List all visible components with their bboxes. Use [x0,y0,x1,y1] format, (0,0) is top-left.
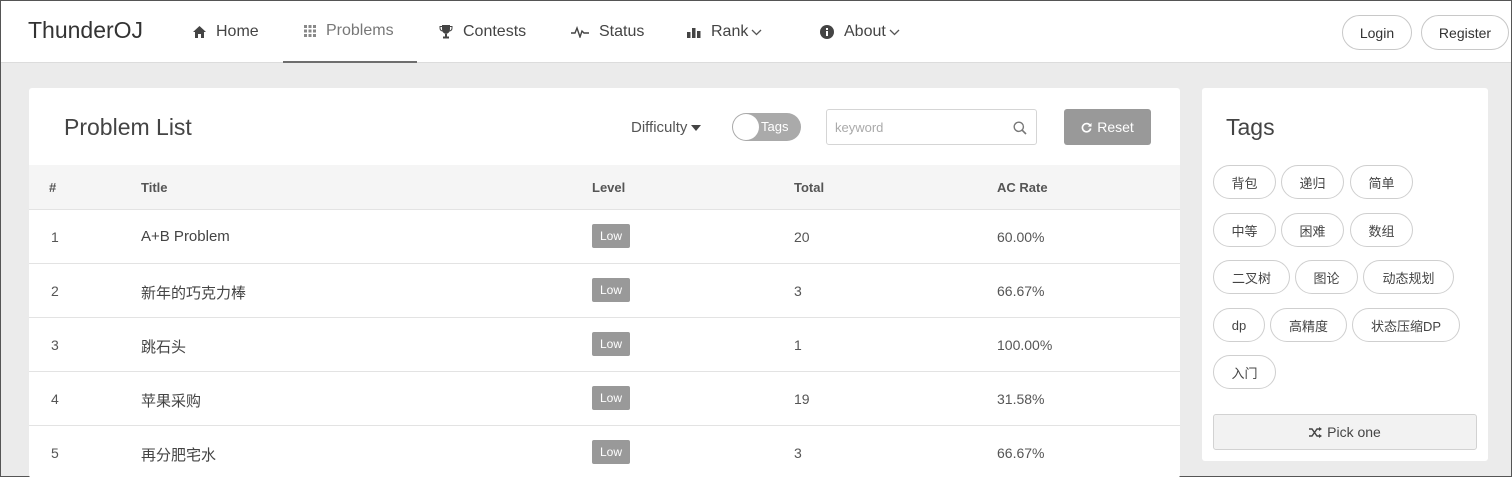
nav-home[interactable]: Home [193,1,259,63]
tag-chip[interactable]: 状态压缩DP [1352,308,1460,342]
problem-id: 2 [51,283,59,299]
tag-chip[interactable]: 中等 [1213,213,1276,247]
info-icon [820,25,834,39]
tag-chip[interactable]: 简单 [1350,165,1413,199]
problem-ac-rate: 100.00% [997,337,1053,353]
nav-contests-label: Contests [463,23,527,40]
tag-chip[interactable]: 背包 [1213,165,1276,199]
level-badge: Low [592,224,631,248]
problem-ac-rate: 66.67% [997,445,1045,461]
tags-toggle-label: Tags [761,119,789,134]
nav-about-label: About [844,23,886,40]
problem-title-link[interactable]: 再分肥宅水 [141,444,216,465]
level-badge: Low [592,440,631,464]
chevron-down-icon [751,29,762,36]
nav-rank[interactable]: Rank [687,1,762,63]
level-badge: Low [592,332,631,356]
tags-toggle[interactable]: Tags [732,113,801,141]
reset-label: Reset [1097,119,1134,135]
brand-logo[interactable]: ThunderOJ [28,17,143,44]
tag-chip[interactable]: 数组 [1350,213,1413,247]
trophy-icon [439,25,453,39]
search-icon[interactable] [1013,121,1027,135]
level-badge: Low [592,386,631,410]
problem-title-link[interactable]: 跳石头 [141,336,186,357]
pick-one-label: Pick one [1327,424,1381,440]
problem-ac-rate: 31.58% [997,391,1045,407]
column-header-ac-rate: AC Rate [997,180,1048,195]
table-row[interactable]: 4 苹果采购 Low 19 31.58% [29,372,1180,426]
nav-rank-label: Rank [711,23,749,40]
pick-one-button[interactable]: Pick one [1213,414,1477,450]
problem-id: 3 [51,337,59,353]
nav-status[interactable]: Status [571,1,644,63]
tag-chip[interactable]: 图论 [1295,260,1358,294]
nav-problems-label: Problems [326,22,394,39]
problem-total: 19 [794,391,810,407]
nav-contests[interactable]: Contests [439,1,526,63]
problem-ac-rate: 66.67% [997,283,1045,299]
toggle-knob [733,114,759,140]
tag-chip[interactable]: 动态规划 [1363,260,1454,294]
problem-id: 4 [51,391,59,407]
reset-button[interactable]: Reset [1064,109,1151,145]
problem-id: 1 [51,229,59,245]
bar-chart-icon [687,26,701,38]
tag-chip[interactable]: 困难 [1281,213,1344,247]
tag-chip[interactable]: 入门 [1213,355,1276,389]
table-row[interactable]: 1 A+B Problem Low 20 60.00% [29,210,1180,264]
problem-title-link[interactable]: 新年的巧克力棒 [141,282,246,303]
problem-total: 3 [794,445,802,461]
problem-ac-rate: 60.00% [997,229,1045,245]
difficulty-dropdown[interactable]: Difficulty [631,119,702,136]
login-button[interactable]: Login [1342,15,1412,50]
table-header: # Title Level Total AC Rate [29,165,1180,210]
column-header-id: # [49,180,57,195]
search-input[interactable] [835,117,1005,137]
shuffle-icon [1309,426,1323,438]
pulse-icon [571,26,589,38]
column-header-title: Title [141,180,168,195]
problem-id: 5 [51,445,59,461]
problem-total: 20 [794,229,810,245]
tag-chip[interactable]: dp [1213,308,1265,342]
top-navbar: ThunderOJ Home Problems Contests Status … [1,1,1511,63]
register-button[interactable]: Register [1421,15,1509,50]
column-header-total: Total [794,180,825,195]
table-row[interactable]: 3 跳石头 Low 1 100.00% [29,318,1180,372]
search-box [826,109,1037,145]
page-title: Problem List [64,114,192,140]
difficulty-label: Difficulty [631,119,688,136]
table-row[interactable]: 5 再分肥宅水 Low 3 66.67% [29,426,1180,477]
problem-title-link[interactable]: 苹果采购 [141,390,201,411]
tag-chip[interactable]: 高精度 [1270,308,1347,342]
level-badge: Low [592,278,631,302]
chevron-down-icon [889,29,900,36]
nav-about[interactable]: About [820,1,900,63]
tag-chip[interactable]: 递归 [1281,165,1344,199]
table-row[interactable]: 2 新年的巧克力棒 Low 3 66.67% [29,264,1180,318]
problem-title-link[interactable]: A+B Problem [141,228,230,245]
problem-total: 3 [794,283,802,299]
tags-panel: Tags 背包 递归 简单 中等 困难 数组 二叉树 图论 动态规划 dp 高精… [1202,88,1488,461]
nav-home-label: Home [216,23,259,40]
problem-total: 1 [794,337,802,353]
home-icon [193,26,206,38]
caret-down-icon [691,124,702,131]
tag-chip[interactable]: 二叉树 [1213,260,1290,294]
problem-list-card: Problem List Difficulty Tags Reset # Tit… [29,88,1180,477]
tags-title: Tags [1226,114,1275,140]
nav-problems[interactable]: Problems [283,1,417,63]
column-header-level: Level [592,180,626,195]
refresh-icon [1081,122,1092,133]
grid-icon [304,25,316,37]
nav-status-label: Status [599,23,645,40]
